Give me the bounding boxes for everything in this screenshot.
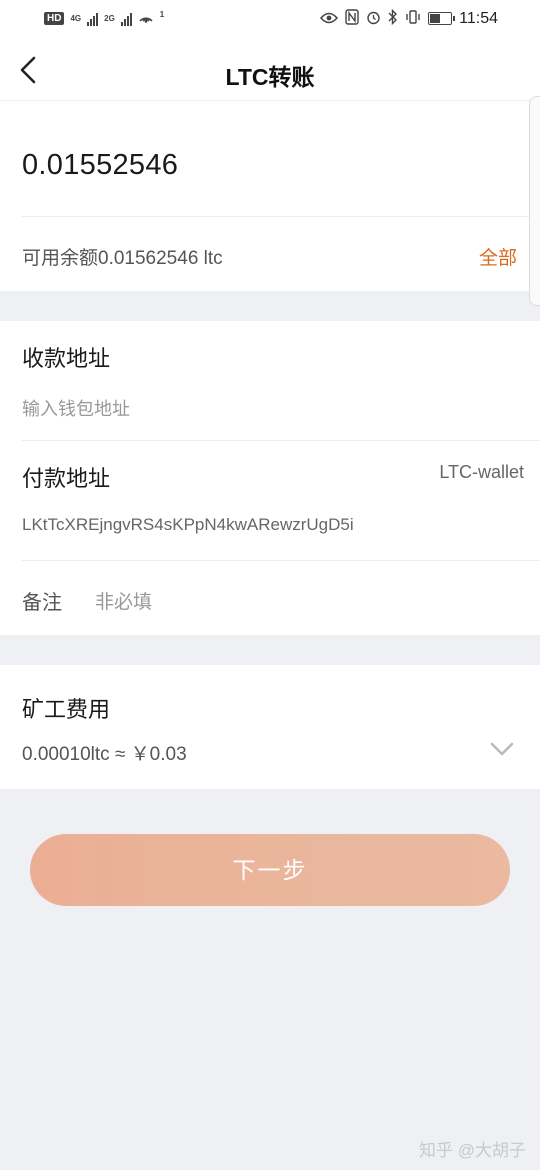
pay-address-label: 付款地址 <box>22 466 111 491</box>
signal-bars-icon-2 <box>120 12 132 26</box>
memo-input[interactable]: 非必填 <box>95 587 152 614</box>
miner-fee-card: 矿工费用 0.00010ltc ≈ ￥0.03 <box>0 665 540 789</box>
status-time: 11:54 <box>459 9 498 27</box>
hotspot-icon <box>138 10 154 27</box>
status-bar: HD 4G 2G 1 11:54 <box>0 0 540 40</box>
amount-input[interactable]: 0.01552546 <box>22 149 178 182</box>
side-drawer-handle[interactable] <box>529 96 540 306</box>
pay-address-value: LKtTcXREjngvRS4sKPpN4kwARewzrUgD5i <box>22 515 354 534</box>
nav-bar: LTC转账 <box>0 40 540 101</box>
page-title: LTC转账 <box>225 64 315 90</box>
amount-card: 0.01552546 可用余额0.01562546 ltc 全部 <box>0 101 540 291</box>
available-balance: 可用余额0.01562546 ltc <box>22 248 223 269</box>
battery-icon <box>428 12 456 25</box>
watermark: 知乎 @大胡子 <box>419 1141 526 1160</box>
divider <box>22 216 540 217</box>
chevron-down-icon <box>490 742 514 756</box>
divider <box>22 560 540 561</box>
signal-bars-icon <box>87 12 99 26</box>
network-4g-label: 4G <box>70 13 82 23</box>
receive-address-input[interactable]: 输入钱包地址 <box>22 395 130 421</box>
all-amount-button[interactable]: 全部 <box>479 243 517 270</box>
status-bar-left: HD 4G 2G 1 <box>44 10 164 27</box>
nfc-icon <box>345 9 359 28</box>
alarm-icon <box>366 10 381 28</box>
network-2g-label: 2G <box>104 13 115 23</box>
notification-count: 1 <box>159 9 165 19</box>
next-step-button[interactable]: 下一步 <box>30 834 510 906</box>
bluetooth-icon <box>388 8 398 28</box>
eye-icon <box>320 11 339 27</box>
status-bar-right: 11:54 <box>320 8 498 28</box>
vibrate-icon <box>405 9 421 28</box>
memo-label: 备注 <box>22 592 62 614</box>
address-card: 收款地址 输入钱包地址 付款地址 LTC-wallet LKtTcXREjngv… <box>0 321 540 635</box>
wallet-name[interactable]: LTC-wallet <box>439 462 524 483</box>
battery-level <box>430 14 441 23</box>
hd-badge: HD <box>44 12 65 25</box>
miner-fee-value: 0.00010ltc ≈ ￥0.03 <box>22 744 187 765</box>
divider <box>22 440 540 441</box>
miner-fee-label: 矿工费用 <box>22 697 111 722</box>
miner-fee-selector[interactable]: 0.00010ltc ≈ ￥0.03 <box>0 731 540 771</box>
receive-address-label: 收款地址 <box>22 346 111 371</box>
